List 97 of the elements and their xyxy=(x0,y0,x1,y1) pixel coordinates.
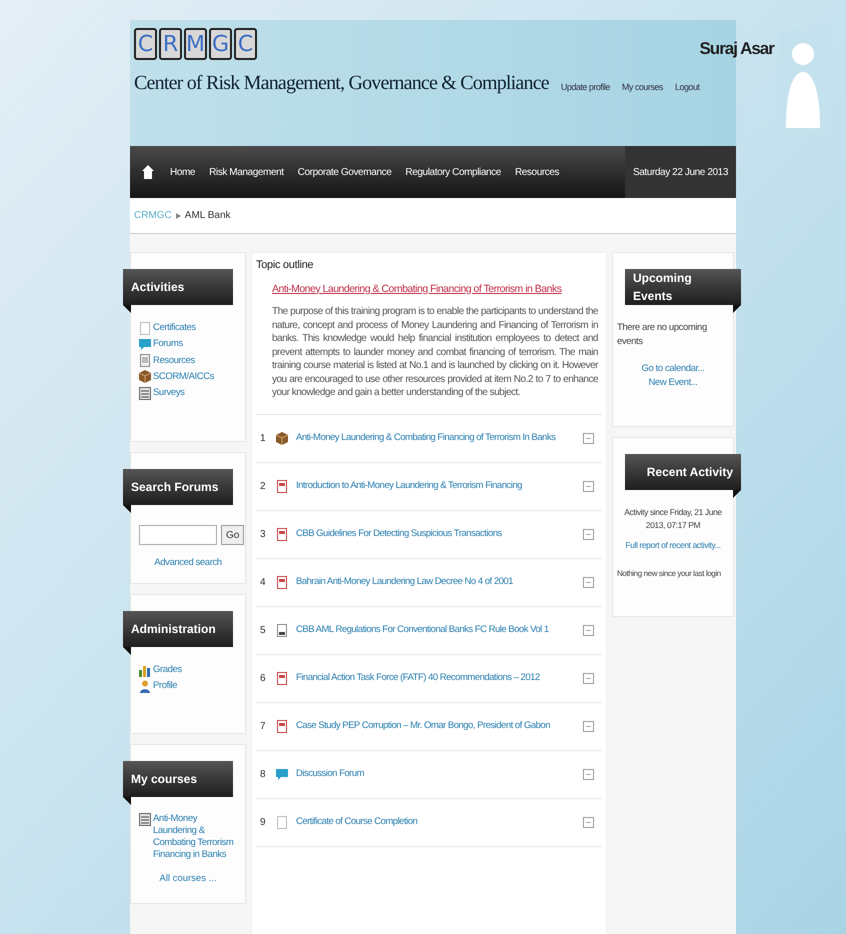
resource-link[interactable]: Financial Action Task Force (FATF) 40 Recommendations – 2012 xyxy=(296,671,575,686)
logo-tile: G xyxy=(209,28,232,60)
blank-page-icon xyxy=(276,816,288,829)
home-icon[interactable] xyxy=(142,165,154,179)
resource-link[interactable]: Introduction to Anti-Money Laundering & Terrorism Financing xyxy=(296,479,575,494)
completion-checkbox-icon[interactable] xyxy=(583,768,594,780)
ribbon-fold xyxy=(123,505,131,513)
completion-checkbox-icon[interactable] xyxy=(583,624,594,636)
activity-link[interactable]: Surveys xyxy=(139,386,237,400)
breadcrumb-link[interactable]: AML Bank xyxy=(184,208,231,223)
activity-link[interactable]: Certificates xyxy=(139,321,237,336)
block-header: Activities xyxy=(123,269,233,305)
block-header: Upcoming Events xyxy=(625,269,741,305)
package-icon xyxy=(139,370,151,384)
speech-bubble-icon xyxy=(276,768,288,781)
speech-bubble-icon xyxy=(139,338,151,351)
nav-link[interactable]: Resources xyxy=(514,164,560,180)
breadcrumb-link[interactable]: CRMGC xyxy=(134,208,172,223)
logo-tile: M xyxy=(184,28,207,60)
search-field[interactable] xyxy=(139,525,217,545)
resource-link[interactable]: Case Study PEP Corruption – Mr. Omar Bongo, President of Gabon xyxy=(296,719,575,734)
admin-link[interactable]: Grades xyxy=(139,663,237,678)
pdf-file-icon xyxy=(276,528,288,541)
ribbon-fold xyxy=(123,797,131,805)
file-icon xyxy=(276,624,288,637)
activity-link[interactable]: Forums xyxy=(139,337,237,352)
completion-checkbox-icon[interactable] xyxy=(583,816,594,828)
item-number: 1 xyxy=(260,432,267,446)
activity-link[interactable]: Resources xyxy=(139,354,237,368)
blank-page-icon xyxy=(139,322,151,335)
no-events-text: There are no upcoming events xyxy=(616,321,708,350)
course-title-link[interactable]: Anti-Money Laundering & Combating Financing of Terrorism in Banks xyxy=(272,282,602,298)
item-number: 6 xyxy=(260,672,267,686)
completion-checkbox-icon[interactable] xyxy=(583,480,594,492)
resource-link[interactable]: CBB Guidelines For Detecting Suspicious Transactions xyxy=(296,527,575,542)
admin-link[interactable]: Profile xyxy=(139,679,237,694)
ribbon-fold xyxy=(123,305,131,313)
date-label: Saturday 22 June 2013 xyxy=(624,146,736,198)
block-header: Search Forums xyxy=(123,469,233,505)
completion-checkbox-icon[interactable] xyxy=(583,672,594,684)
chart-icon xyxy=(139,664,151,677)
block-header: Administration xyxy=(123,611,233,647)
nav-link[interactable]: Regulatory Compliance xyxy=(405,164,501,180)
advanced-search-link[interactable]: Advanced search xyxy=(154,557,222,568)
activity-link[interactable]: SCORM/AICCs xyxy=(139,370,237,384)
item-number: 2 xyxy=(260,480,267,494)
calendar-link[interactable]: Go to calendar... xyxy=(642,362,704,376)
block-header: Recent Activity xyxy=(625,454,741,490)
form-icon xyxy=(139,386,151,400)
resource-link[interactable]: Certificate of Course Completion xyxy=(296,815,575,830)
person-icon xyxy=(139,680,151,693)
pdf-file-icon xyxy=(276,720,288,733)
nav-link[interactable]: Corporate Governance xyxy=(298,164,392,180)
resource-link[interactable]: Anti-Money Laundering & Combating Financing of Terrorism In Banks xyxy=(296,431,575,446)
go-button[interactable]: Go xyxy=(221,525,244,545)
pdf-file-icon xyxy=(276,672,288,685)
ribbon-fold xyxy=(733,490,741,498)
course-description: The purpose of this training program is to enable the participants to understand the nature, concept and process of Money Laundering and Financing of Terrorism in banks. This knowledge would help financial institution employees to detect and prevent attempts to launder money and combat financing of terrorism. The main training course material is listed at No.1 and is launched by clicking on it. However you are encouraged to use other resources provided at item No.2 to 7 to enhance your knowledge and gain a better understanding of the subject. xyxy=(272,305,598,400)
nav-link[interactable]: Risk Management xyxy=(209,164,284,180)
logo-tile: R xyxy=(159,28,182,60)
activity-since-text: Activity since Friday, 21 June 2013, 07:17 PM xyxy=(623,506,723,532)
resource-link[interactable]: Discussion Forum xyxy=(296,767,575,782)
calendar-link[interactable]: New Event... xyxy=(648,376,698,390)
completion-checkbox-icon[interactable] xyxy=(583,528,594,540)
item-number: 9 xyxy=(260,816,267,830)
item-number: 8 xyxy=(260,768,267,782)
item-number: 7 xyxy=(260,720,267,734)
user-link[interactable]: My courses xyxy=(622,80,663,94)
item-number: 4 xyxy=(260,576,267,590)
course-link[interactable]: Anti-Money Laundering & Combating Terrorism Financing in Banks xyxy=(153,813,237,861)
site-title: Center of Risk Management, Governance & Compliance xyxy=(134,71,549,96)
nav-link[interactable]: Home xyxy=(170,164,196,180)
package-icon xyxy=(276,432,288,445)
user-link[interactable]: Update profile xyxy=(560,80,610,94)
completion-checkbox-icon[interactable] xyxy=(583,576,594,588)
logo-tile: C xyxy=(234,28,257,60)
document-icon xyxy=(139,354,151,368)
completion-checkbox-icon[interactable] xyxy=(583,432,594,444)
pdf-file-icon xyxy=(276,576,288,589)
item-number: 5 xyxy=(260,624,267,638)
form-icon xyxy=(139,813,151,826)
nothing-new-text: Nothing new since your last login xyxy=(616,568,722,580)
full-report-link[interactable]: Full report of recent activity... xyxy=(625,540,721,550)
pdf-file-icon xyxy=(276,480,288,493)
logo-tile: C xyxy=(134,28,157,60)
resource-link[interactable]: Bahrain Anti-Money Laundering Law Decree No 4 of 2001 xyxy=(296,575,575,590)
user-link[interactable]: Logout xyxy=(674,80,700,94)
resource-link[interactable]: CBB AML Regulations For Conventional Banks FC Rule Book Vol 1 xyxy=(296,623,575,638)
block-header: My courses xyxy=(123,761,233,797)
ribbon-fold xyxy=(733,305,741,313)
completion-checkbox-icon[interactable] xyxy=(583,720,594,732)
user-name: Suraj Asar xyxy=(699,38,774,60)
topic-heading: Topic outline xyxy=(256,258,314,273)
all-courses-link[interactable]: All courses ... xyxy=(159,873,217,884)
ribbon-fold xyxy=(123,647,131,655)
separator-icon xyxy=(176,212,181,218)
item-number: 3 xyxy=(260,528,267,542)
